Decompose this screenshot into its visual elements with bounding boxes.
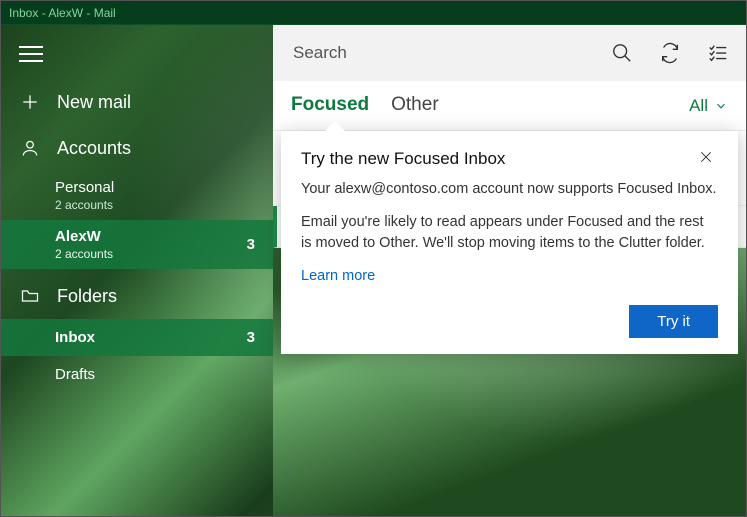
new-mail-label: New mail [57,92,131,113]
folder-item-drafts[interactable]: Drafts [1,356,273,393]
person-icon [19,137,41,159]
folder-icon [19,285,41,307]
account-count: 3 [247,236,255,253]
new-mail-button[interactable]: New mail [1,79,273,125]
account-meta: 2 accounts [55,247,113,261]
popup-title: Try the new Focused Inbox [301,149,505,169]
titlebar: Inbox - AlexW - Mail [1,1,746,25]
selection-icon [707,42,729,64]
account-name: AlexW [55,228,113,245]
plus-icon [19,91,41,113]
toolbar: Search [273,25,746,81]
sync-button[interactable] [646,25,694,81]
focused-inbox-popup: Try the new Focused Inbox Your alexw@con… [281,131,738,354]
accounts-header[interactable]: Accounts [1,125,273,171]
hamburger-icon [19,46,43,62]
folder-name: Inbox [55,329,95,346]
accounts-label: Accounts [57,138,131,159]
search-icon [611,42,633,64]
account-item-personal[interactable]: Personal 2 accounts [49,171,273,220]
hamburger-button[interactable] [1,31,273,79]
try-it-button[interactable]: Try it [629,305,718,338]
popup-close-button[interactable] [694,149,718,169]
mail-app-window: Inbox - AlexW - Mail New mail Accounts P… [0,0,747,517]
account-name: Personal [55,179,114,196]
folder-name: Drafts [55,366,95,383]
folder-item-inbox[interactable]: Inbox 3 [1,319,273,356]
filter-dropdown[interactable]: All [689,96,728,116]
search-button[interactable] [598,25,646,81]
sidebar: New mail Accounts Personal2 accountsAlex… [1,25,273,516]
close-icon [698,149,714,165]
tab-focused[interactable]: Focused [291,94,369,118]
popup-text-2: Email you're likely to read appears unde… [301,212,718,254]
popup-text-1: Your alexw@contoso.com account now suppo… [301,179,718,200]
learn-more-link[interactable]: Learn more [301,268,375,284]
tab-other[interactable]: Other [391,94,439,118]
filter-label: All [689,96,708,116]
main-pane: Search Focused Other All Irvi [273,25,746,516]
folder-count: 3 [247,329,255,346]
account-item-alexw[interactable]: AlexW 2 accounts 3 [1,220,273,269]
account-meta: 2 accounts [55,198,114,212]
selection-mode-button[interactable] [694,25,742,81]
sync-icon [659,42,681,64]
search-input[interactable]: Search [293,43,598,63]
chevron-down-icon [714,99,728,113]
folders-label: Folders [57,286,117,307]
folders-header[interactable]: Folders [1,273,273,319]
window-title: Inbox - AlexW - Mail [9,6,116,20]
